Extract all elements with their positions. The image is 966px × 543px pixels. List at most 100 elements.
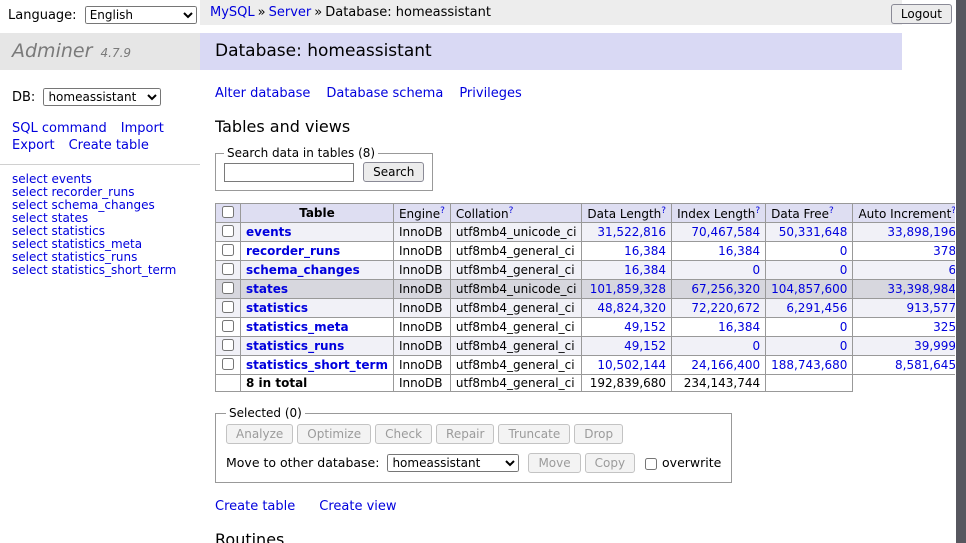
- row-checkbox-statistics_runs[interactable]: [222, 339, 234, 351]
- auto-increment-link-statistics_runs[interactable]: 39,999: [914, 339, 955, 353]
- table-states-link[interactable]: states: [51, 211, 88, 225]
- index-length-link-events[interactable]: 70,467,584: [691, 225, 760, 239]
- data-length-link-statistics_meta[interactable]: 49,152: [624, 320, 666, 334]
- alter-database-link[interactable]: Alter database: [215, 86, 310, 101]
- collation-doc-link[interactable]: ?: [509, 206, 514, 216]
- table-schema_changes-link[interactable]: schema_changes: [51, 198, 154, 212]
- export-link[interactable]: Export: [12, 138, 55, 153]
- table-link-recorder_runs[interactable]: recorder_runs: [246, 244, 340, 258]
- index-length-link-statistics_runs[interactable]: 0: [752, 339, 760, 353]
- table-link-states[interactable]: states: [246, 282, 288, 296]
- import-link[interactable]: Import: [121, 121, 164, 136]
- auto-increment-doc-link[interactable]: ?: [951, 206, 955, 216]
- row-checkbox-statistics_meta[interactable]: [222, 320, 234, 332]
- auto-increment-link-recorder_runs[interactable]: 378: [933, 244, 955, 258]
- index-length-link-states[interactable]: 67,256,320: [691, 282, 760, 296]
- index-length-link-recorder_runs[interactable]: 16,384: [718, 244, 760, 258]
- select-statistics_short_term-link[interactable]: select: [12, 263, 48, 277]
- select-statistics_meta-link[interactable]: select: [12, 237, 48, 251]
- index-length-link-statistics_short_term[interactable]: 24,166,400: [691, 358, 760, 372]
- row-checkbox-events[interactable]: [222, 225, 234, 237]
- auto-increment-link-schema_changes[interactable]: 6: [948, 263, 955, 277]
- language-select[interactable]: English: [85, 6, 197, 24]
- index-length-link-statistics_meta[interactable]: 16,384: [718, 320, 760, 334]
- table-statistics_runs-link[interactable]: statistics_runs: [51, 250, 137, 264]
- select-schema_changes-link[interactable]: select: [12, 198, 48, 212]
- overwrite-checkbox[interactable]: [645, 458, 657, 470]
- table-recorder_runs-link[interactable]: recorder_runs: [51, 185, 134, 199]
- engine-doc-link[interactable]: ?: [440, 206, 445, 216]
- truncate-button[interactable]: Truncate: [498, 424, 570, 444]
- table-link-statistics_short_term[interactable]: statistics_short_term: [246, 358, 388, 372]
- auto-increment-link-statistics_meta[interactable]: 325: [933, 320, 955, 334]
- data-length-link-statistics_short_term[interactable]: 10,502,144: [597, 358, 666, 372]
- db-select[interactable]: homeassistant: [43, 88, 161, 106]
- logout-button[interactable]: Logout: [891, 4, 952, 24]
- table-link-statistics[interactable]: statistics: [246, 301, 308, 315]
- select-recorder_runs-link[interactable]: select: [12, 185, 48, 199]
- data-free-link-statistics_meta[interactable]: 0: [840, 320, 848, 334]
- auto-increment-link-states[interactable]: 33,398,984: [887, 282, 955, 296]
- privileges-link[interactable]: Privileges: [459, 86, 522, 101]
- row-checkbox-statistics_short_term[interactable]: [222, 358, 234, 370]
- table-events-link[interactable]: events: [51, 172, 91, 186]
- adminer-logo[interactable]: Adminer: [12, 40, 92, 62]
- drop-button[interactable]: Drop: [574, 424, 623, 444]
- table-statistics_meta-link[interactable]: statistics_meta: [51, 237, 142, 251]
- select-statistics_runs-link[interactable]: select: [12, 250, 48, 264]
- data-free-link-statistics_short_term[interactable]: 188,743,680: [771, 358, 847, 372]
- search-input[interactable]: [224, 163, 354, 182]
- copy-button[interactable]: Copy: [585, 453, 635, 473]
- select-statistics-link[interactable]: select: [12, 224, 48, 238]
- data-free-link-statistics_runs[interactable]: 0: [840, 339, 848, 353]
- breadcrumb-mysql-link[interactable]: MySQL: [210, 5, 255, 20]
- row-checkbox-recorder_runs[interactable]: [222, 244, 234, 256]
- index-length-link-schema_changes[interactable]: 0: [752, 263, 760, 277]
- table-link-statistics_runs[interactable]: statistics_runs: [246, 339, 344, 353]
- data-free-link-states[interactable]: 104,857,600: [771, 282, 847, 296]
- data-free-doc-link[interactable]: ?: [829, 206, 834, 216]
- data-length-doc-link[interactable]: ?: [661, 206, 666, 216]
- move-db-select[interactable]: homeassistant: [387, 454, 519, 472]
- select-all-checkbox[interactable]: [222, 206, 234, 218]
- optimize-button[interactable]: Optimize: [297, 424, 371, 444]
- data-length-link-states[interactable]: 101,859,328: [590, 282, 666, 296]
- scrollbar-thumb[interactable]: [956, 0, 966, 543]
- table-statistics-link[interactable]: statistics: [51, 224, 105, 238]
- table-link-statistics_meta[interactable]: statistics_meta: [246, 320, 349, 334]
- data-free-link-recorder_runs[interactable]: 0: [840, 244, 848, 258]
- index-length-doc-link[interactable]: ?: [755, 206, 760, 216]
- create-table-link-sidebar[interactable]: Create table: [69, 138, 149, 153]
- select-states-link[interactable]: select: [12, 211, 48, 225]
- sql-command-link[interactable]: SQL command: [12, 121, 107, 136]
- row-checkbox-statistics[interactable]: [222, 301, 234, 313]
- index-length-link-statistics[interactable]: 72,220,672: [691, 301, 760, 315]
- search-button[interactable]: Search: [363, 162, 424, 182]
- move-button[interactable]: Move: [528, 453, 580, 473]
- data-length-link-schema_changes[interactable]: 16,384: [624, 263, 666, 277]
- select-events-link[interactable]: select: [12, 172, 48, 186]
- database-schema-link[interactable]: Database schema: [326, 86, 443, 101]
- table-link-schema_changes[interactable]: schema_changes: [246, 263, 360, 277]
- data-length-link-statistics_runs[interactable]: 49,152: [624, 339, 666, 353]
- create-view-link[interactable]: Create view: [319, 499, 396, 514]
- data-length-link-recorder_runs[interactable]: 16,384: [624, 244, 666, 258]
- data-length-link-events[interactable]: 31,522,816: [597, 225, 666, 239]
- data-free-link-statistics[interactable]: 6,291,456: [786, 301, 847, 315]
- table-link-events[interactable]: events: [246, 225, 292, 239]
- row-checkbox-states[interactable]: [222, 282, 234, 294]
- auto-increment-link-statistics[interactable]: 913,577: [906, 301, 955, 315]
- scrollbar[interactable]: [956, 0, 966, 543]
- data-length-link-statistics[interactable]: 48,824,320: [597, 301, 666, 315]
- create-table-link-main[interactable]: Create table: [215, 499, 295, 514]
- data-free-link-schema_changes[interactable]: 0: [840, 263, 848, 277]
- auto-increment-link-statistics_short_term[interactable]: 8,581,645: [895, 358, 955, 372]
- breadcrumb-server-link[interactable]: Server: [269, 5, 312, 20]
- auto-increment-link-events[interactable]: 33,898,196: [887, 225, 955, 239]
- analyze-button[interactable]: Analyze: [226, 424, 293, 444]
- row-checkbox-schema_changes[interactable]: [222, 263, 234, 275]
- check-button[interactable]: Check: [375, 424, 432, 444]
- table-statistics_short_term-link[interactable]: statistics_short_term: [51, 263, 176, 277]
- data-free-link-events[interactable]: 50,331,648: [779, 225, 848, 239]
- repair-button[interactable]: Repair: [436, 424, 494, 444]
